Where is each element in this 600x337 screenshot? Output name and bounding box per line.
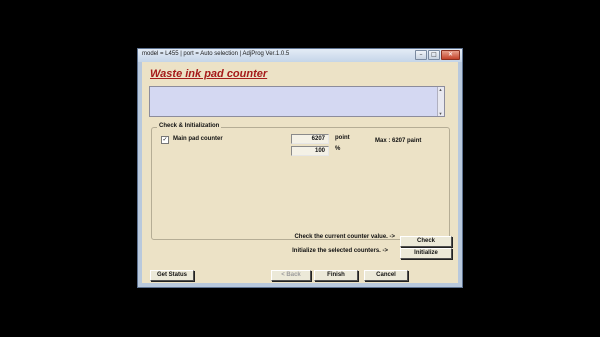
percent-unit-label: % [335, 146, 341, 152]
finish-button[interactable]: Finish [314, 270, 358, 281]
check-initialization-group: Check & Initialization ✓ Main pad counte… [151, 123, 450, 240]
close-button[interactable]: ✕ [441, 50, 460, 60]
counter-value-field: 6207 [291, 134, 329, 144]
scroll-up-icon[interactable]: ▲ [438, 87, 443, 92]
check-hint-label: Check the current counter value. -> [294, 234, 395, 240]
cancel-button[interactable]: Cancel [364, 270, 408, 281]
minimize-button[interactable]: – [415, 50, 427, 60]
window-title: model = L455 | port = Auto selection | A… [142, 51, 290, 57]
info-scrollbar[interactable]: ▲ ▼ [437, 87, 444, 116]
maximize-button[interactable]: □ [428, 50, 440, 60]
get-status-button[interactable]: Get Status [150, 270, 194, 281]
counter-unit-label: point [335, 135, 350, 141]
group-label: Check & Initialization [157, 123, 222, 129]
percent-value-field: 100 [291, 146, 329, 156]
title-bar[interactable]: model = L455 | port = Auto selection | A… [138, 49, 462, 62]
max-value-label: Max : 6207 paint [375, 138, 422, 144]
window-client-area: Waste ink pad counter ▲ ▼ Check & Initia… [142, 62, 458, 283]
initialize-hint-label: Initialize the selected counters. -> [292, 248, 388, 254]
screen-background: model = L455 | port = Auto selection | A… [0, 0, 600, 337]
scroll-down-icon[interactable]: ▼ [438, 111, 443, 116]
initialize-button[interactable]: Initialize [400, 248, 452, 259]
main-pad-counter-label: Main pad counter [173, 136, 223, 142]
back-button[interactable]: < Back [271, 270, 311, 281]
page-heading: Waste ink pad counter [150, 68, 268, 80]
main-pad-checkbox[interactable]: ✓ [161, 136, 169, 144]
info-text-area[interactable]: ▲ ▼ [149, 86, 445, 117]
window-controls: – □ ✕ [415, 50, 460, 60]
adjprog-window: model = L455 | port = Auto selection | A… [137, 48, 463, 288]
check-button[interactable]: Check [400, 236, 452, 247]
